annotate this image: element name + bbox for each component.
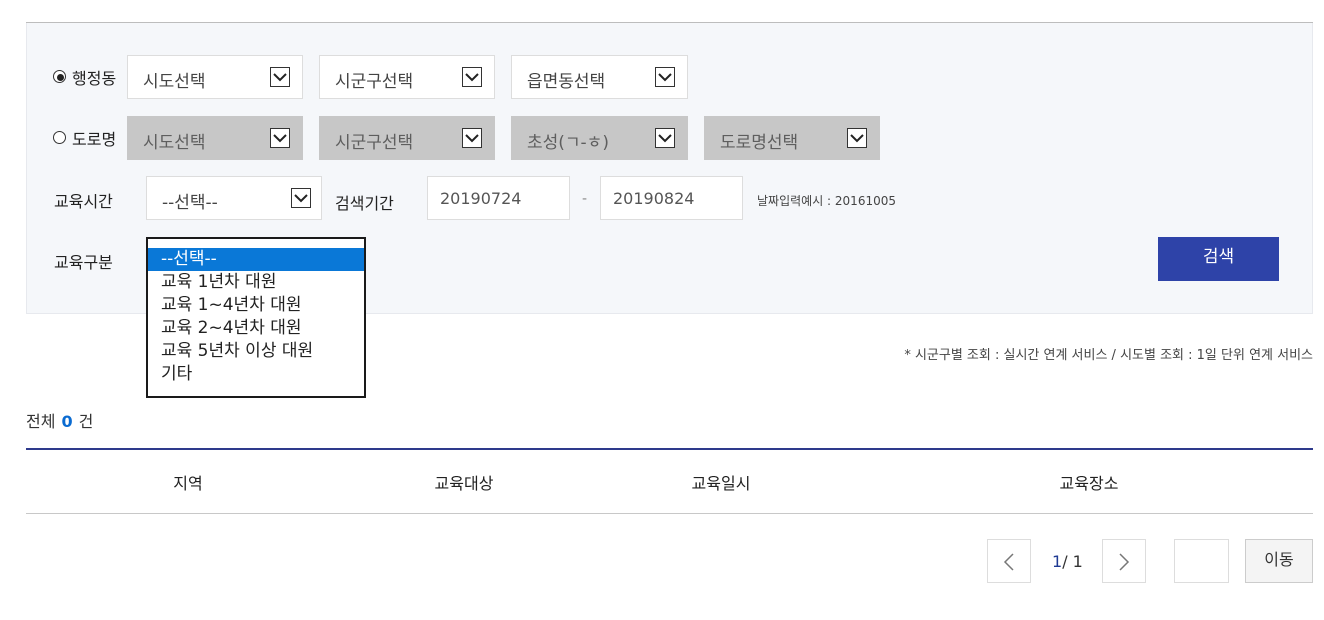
chevron-right-icon: [1119, 553, 1130, 571]
current-page: 1: [1052, 552, 1063, 571]
chevron-down-icon: [270, 128, 290, 148]
admin-district-select[interactable]: 시군구선택: [319, 55, 495, 99]
admin-province-select[interactable]: 시도선택: [127, 55, 303, 99]
edu-time-label: 교육시간: [54, 192, 113, 211]
admin-town-select[interactable]: 읍면동선택: [511, 55, 688, 99]
road-radio[interactable]: [53, 131, 66, 144]
chevron-down-icon: [847, 128, 867, 148]
end-date-input[interactable]: 20190824: [600, 176, 743, 220]
chevron-left-icon: [1003, 553, 1014, 571]
table-header-bottom-border: [26, 513, 1313, 514]
admin-radio[interactable]: [53, 70, 66, 83]
select-value: 초성(ㄱ-ㅎ): [527, 133, 609, 153]
chevron-down-icon: [462, 128, 482, 148]
select-value: 시군구선택: [335, 133, 414, 153]
service-notice: * 시군구별 조회 : 실시간 연계 서비스 / 시도별 조회 : 1일 단위 …: [904, 348, 1313, 363]
select-value: 시도선택: [143, 133, 206, 153]
date-format-hint: 날짜입력예시 : 20161005: [757, 194, 896, 208]
chevron-down-icon: [270, 67, 290, 87]
column-header-target: 교육대상: [434, 474, 494, 493]
input-value: 20190824: [613, 189, 695, 208]
radio-dot-icon: [57, 74, 64, 81]
select-value: 시도선택: [143, 72, 206, 92]
page-number-input[interactable]: [1174, 539, 1229, 583]
edu-type-label: 교육구분: [54, 253, 113, 272]
count-prefix: 전체: [26, 412, 56, 431]
edu-type-dropdown[interactable]: --선택-- 교육 1년차 대원 교육 1~4년차 대원 교육 2~4년차 대원…: [146, 237, 366, 398]
prev-page-button[interactable]: [987, 539, 1031, 583]
column-header-datetime: 교육일시: [691, 474, 751, 493]
dropdown-option[interactable]: 기타: [148, 363, 364, 386]
start-date-input[interactable]: 20190724: [427, 176, 570, 220]
count-suffix: 건: [78, 412, 94, 431]
chevron-down-icon: [462, 67, 482, 87]
select-value: 읍면동선택: [527, 72, 606, 92]
dropdown-option[interactable]: --선택--: [148, 248, 364, 271]
next-page-button[interactable]: [1102, 539, 1146, 583]
dropdown-option[interactable]: 교육 2~4년차 대원: [148, 317, 364, 340]
select-value: --선택--: [162, 193, 218, 213]
page-indicator: 1/ 1: [1052, 552, 1083, 571]
road-label: 도로명: [72, 130, 117, 149]
count-value: 0: [61, 412, 73, 431]
column-header-region: 지역: [173, 474, 203, 493]
period-label: 검색기간: [335, 194, 394, 213]
table-header-top-border: [26, 448, 1313, 450]
select-value: 시군구선택: [335, 72, 414, 92]
date-separator: -: [582, 191, 588, 207]
column-header-location: 교육장소: [1059, 474, 1119, 493]
search-button[interactable]: 검색: [1158, 237, 1279, 281]
result-count: 전체 0 건: [26, 408, 93, 432]
chevron-down-icon: [291, 188, 311, 208]
input-value: 20190724: [440, 189, 522, 208]
chevron-down-icon: [655, 67, 675, 87]
dropdown-option[interactable]: 교육 1~4년차 대원: [148, 294, 364, 317]
admin-label: 행정동: [72, 69, 117, 88]
road-district-select[interactable]: 시군구선택: [319, 116, 495, 160]
select-value: 도로명선택: [720, 133, 799, 153]
chevron-down-icon: [655, 128, 675, 148]
edu-time-select[interactable]: --선택--: [146, 176, 322, 220]
go-to-page-button[interactable]: 이동: [1245, 539, 1313, 583]
dropdown-option[interactable]: 교육 1년차 대원: [148, 271, 364, 294]
road-province-select[interactable]: 시도선택: [127, 116, 303, 160]
road-initial-select[interactable]: 초성(ㄱ-ㅎ): [511, 116, 688, 160]
dropdown-option[interactable]: 교육 5년차 이상 대원: [148, 340, 364, 363]
total-pages: / 1: [1062, 552, 1083, 571]
road-name-select[interactable]: 도로명선택: [704, 116, 880, 160]
